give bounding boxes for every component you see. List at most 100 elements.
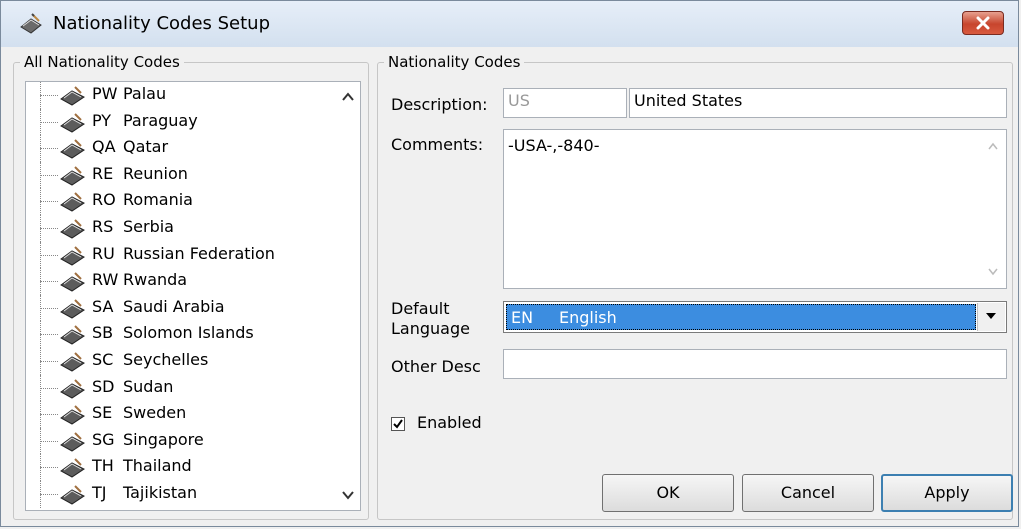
nationality-name: Singapore [123, 429, 204, 449]
tree-scrollbar[interactable] [336, 82, 360, 510]
description-label: Description: [391, 95, 488, 114]
tree-branch [40, 387, 58, 389]
book-pen-icon [59, 139, 87, 163]
nationality-name: Thailand [123, 456, 192, 476]
tree-item[interactable]: SA Saudi Arabia [26, 294, 336, 322]
scroll-up-icon[interactable] [342, 92, 354, 102]
nationality-code: SE [92, 403, 113, 423]
tree-branch [40, 440, 58, 442]
other-desc-label: Other Desc [391, 357, 481, 376]
book-pen-icon [59, 378, 87, 403]
scroll-down-icon[interactable] [342, 490, 354, 500]
nationality-code: SD [92, 376, 115, 396]
tree-item[interactable]: RO Romania [26, 188, 336, 215]
nationality-code: SC [92, 349, 114, 369]
tree-branch [40, 360, 58, 362]
tree-branch [40, 414, 58, 416]
apply-button[interactable]: Apply [881, 474, 1013, 512]
nationality-name: Qatar [123, 137, 169, 157]
language-selected: EN English [506, 304, 976, 330]
book-pen-icon [59, 86, 87, 110]
nationality-name: Palau [123, 84, 167, 103]
tree-item[interactable]: SB Solomon Islands [26, 321, 336, 348]
nationality-name: Rwanda [123, 270, 188, 290]
tree-branch [40, 254, 58, 256]
nationality-name: Paraguay [123, 110, 198, 130]
nationality-name: Tajikistan [123, 482, 198, 502]
tree-item[interactable]: RE Reunion [26, 161, 336, 190]
nationality-code: SA [92, 296, 114, 316]
nationality-tree[interactable]: PW Palau PY Paraguay QA Qatar RE Reunion RO Roman… [25, 81, 361, 511]
nationality-code: PW [92, 84, 118, 103]
tree-branch [40, 493, 58, 495]
nationality-code: PY [92, 110, 112, 130]
tree-branch [40, 307, 58, 309]
enabled-label: Enabled [417, 413, 482, 432]
tree-item[interactable]: RW Rwanda [26, 268, 336, 295]
tree-branch [40, 201, 58, 203]
book-pen-icon [59, 458, 87, 482]
language-code: EN [511, 308, 534, 327]
tree-item[interactable]: SD Sudan [26, 374, 336, 403]
tree-branch [40, 148, 58, 150]
book-pen-icon [59, 432, 87, 456]
tree-item[interactable]: PY Paraguay [26, 108, 336, 137]
comments-scroll-up-icon[interactable] [988, 142, 998, 150]
description-field[interactable]: United States [629, 88, 1007, 118]
book-pen-icon [19, 13, 45, 39]
tree-item[interactable]: QA Qatar [26, 135, 336, 162]
checkmark-icon [393, 419, 403, 429]
default-language-label-1: Default [391, 299, 450, 318]
nationality-name: Sweden [123, 403, 187, 423]
nationality-name: Saudi Arabia [123, 296, 225, 316]
tree-item[interactable]: SG Singapore [26, 427, 336, 456]
nationality-code: TJ [92, 482, 107, 502]
comments-field[interactable]: -USA-,-840- [503, 129, 1007, 289]
comments-text: -USA-,-840- [508, 136, 600, 155]
close-icon [976, 16, 990, 30]
book-pen-icon [59, 219, 87, 243]
code-field[interactable]: US [503, 88, 627, 118]
comments-scroll-down-icon[interactable] [988, 268, 998, 276]
tree-branch [40, 174, 58, 176]
tree-branch [40, 95, 58, 96]
tree-item[interactable]: TJ Tajikistan [26, 480, 336, 509]
tree-item[interactable]: PW Palau [26, 82, 336, 109]
default-language-label-2: Language [391, 319, 470, 338]
nationality-name: Seychelles [123, 349, 209, 369]
nationality-codes-legend: Nationality Codes [388, 53, 521, 71]
book-pen-icon [59, 485, 87, 509]
nationality-code: SG [92, 429, 115, 449]
title-bar[interactable]: Nationality Codes Setup [1, 1, 1018, 47]
tree-branch [40, 281, 58, 283]
default-language-select[interactable]: EN English [503, 301, 1007, 333]
nationality-code: RW [92, 270, 119, 290]
enabled-checkbox[interactable] [391, 417, 405, 431]
tree-branch [40, 467, 58, 469]
book-pen-icon [59, 166, 87, 190]
nationality-code: RU [92, 243, 115, 263]
tree-item[interactable]: TH Thailand [26, 454, 336, 481]
language-dropdown-button[interactable] [977, 303, 1005, 331]
book-pen-icon [59, 112, 87, 137]
ok-button[interactable]: OK [602, 474, 734, 512]
nationality-name: Solomon Islands [123, 323, 254, 343]
book-pen-icon [59, 245, 87, 270]
tree-branch [40, 334, 58, 336]
book-pen-icon [59, 405, 87, 429]
tree-list: PW Palau PY Paraguay QA Qatar RE Reunion RO Roman… [26, 82, 336, 508]
nationality-codes-window: Nationality Codes Setup All Nationality … [0, 0, 1019, 527]
cancel-button[interactable]: Cancel [742, 474, 874, 512]
nationality-code: RO [92, 190, 116, 210]
tree-item[interactable]: RU Russian Federation [26, 241, 336, 270]
tree-item[interactable]: SE Sweden [26, 401, 336, 428]
tree-item[interactable]: SC Seychelles [26, 347, 336, 375]
nationality-name: Serbia [123, 216, 174, 236]
tree-item[interactable]: RS Serbia [26, 214, 336, 243]
chevron-down-icon [986, 313, 996, 319]
nationality-name: Reunion [123, 163, 188, 183]
tree-branch [40, 121, 58, 123]
close-button[interactable] [962, 11, 1004, 35]
other-desc-field[interactable] [503, 349, 1007, 379]
book-pen-icon [59, 272, 87, 296]
